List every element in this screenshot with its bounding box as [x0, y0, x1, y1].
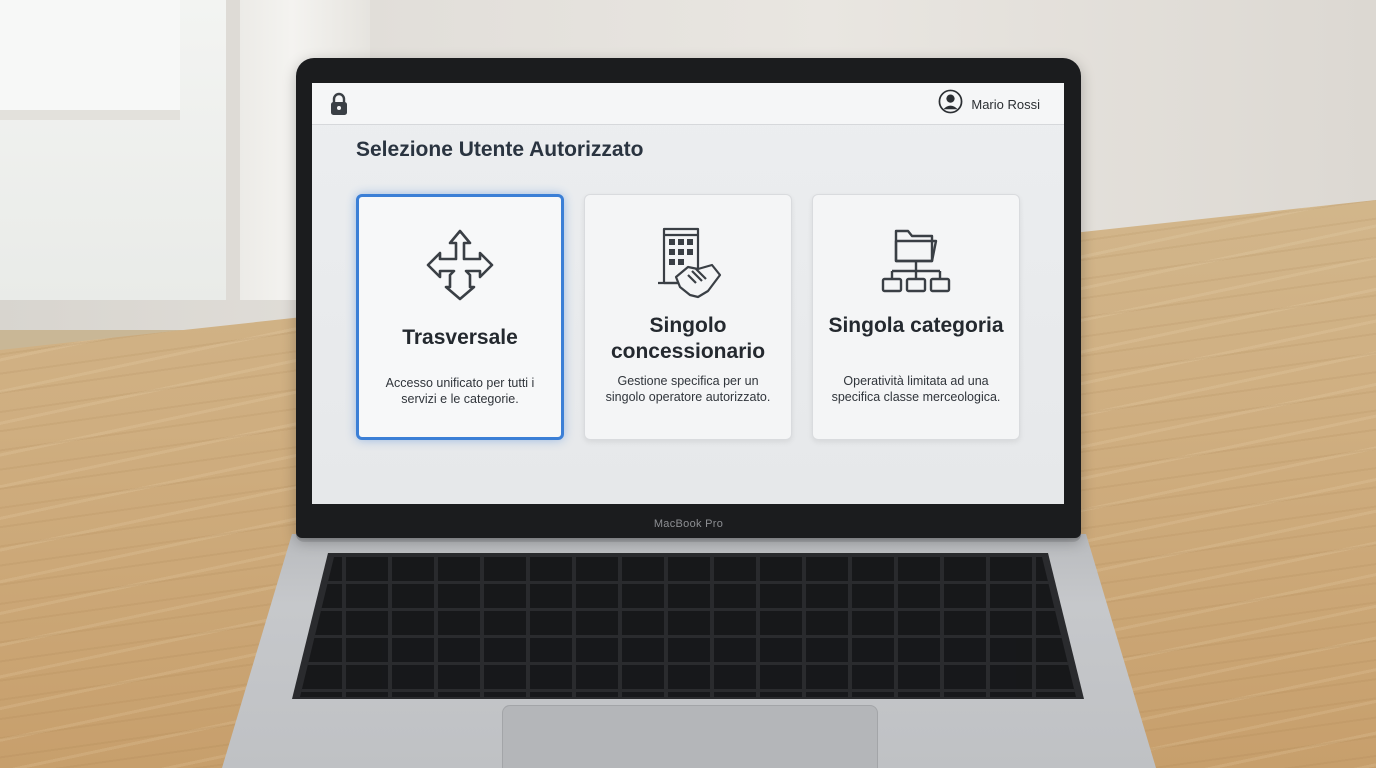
- user-circle-icon: [938, 89, 963, 119]
- trackpad: [502, 705, 878, 768]
- user-menu[interactable]: Mario Rossi: [938, 89, 1040, 119]
- option-title: Trasversale: [402, 326, 518, 349]
- user-name: Mario Rossi: [971, 96, 1040, 112]
- top-bar: Mario Rossi: [312, 83, 1064, 125]
- user-type-options: Trasversale Accesso unificato per tutti …: [356, 194, 1020, 440]
- background-window: [0, 0, 240, 300]
- lock-icon[interactable]: [328, 92, 350, 116]
- folder-hierarchy-icon: [878, 225, 954, 301]
- page-title: Selezione Utente Autorizzato: [356, 138, 644, 161]
- option-card-trasversale[interactable]: Trasversale Accesso unificato per tutti …: [356, 194, 564, 440]
- option-title: Singolo concessionario: [610, 314, 766, 363]
- building-handshake-icon: [650, 225, 726, 301]
- four-way-arrows-icon: [422, 227, 498, 303]
- option-description: Gestione specifica per un singolo operat…: [605, 374, 771, 404]
- laptop-brand-label: MacBook Pro: [653, 518, 724, 530]
- option-card-singolo-concessionario[interactable]: Singolo concessionario Gestione specific…: [584, 194, 792, 440]
- option-title: Singola categoria: [828, 314, 1004, 337]
- app-screen: Mario Rossi Selezione Utente Autorizzato…: [312, 83, 1064, 504]
- option-description: Accesso unificato per tutti i servizi e …: [385, 376, 535, 406]
- option-description: Operatività limitata ad una specifica cl…: [831, 374, 1001, 404]
- option-card-singola-categoria[interactable]: Singola categoria Operatività limitata a…: [812, 194, 1020, 440]
